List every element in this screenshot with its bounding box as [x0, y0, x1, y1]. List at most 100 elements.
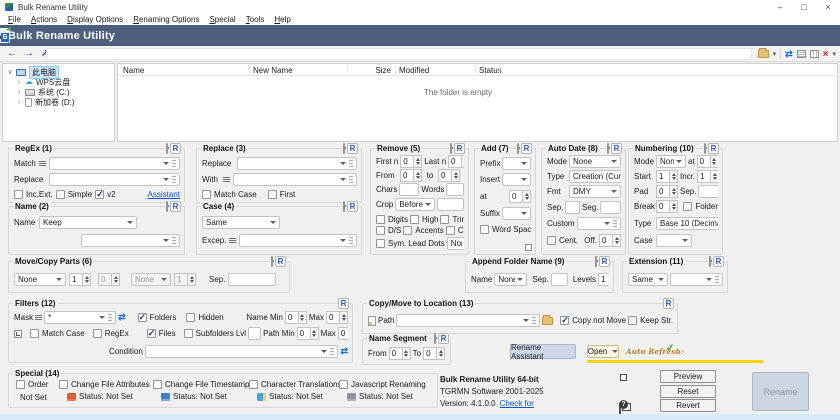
expand-window-icon[interactable] — [620, 374, 627, 381]
panel-reset-button[interactable]: R — [437, 333, 450, 344]
to-stepper[interactable]: 0 — [423, 347, 445, 360]
first-checkbox[interactable]: First — [268, 190, 296, 199]
panel-reset-button[interactable]: R — [610, 143, 623, 154]
path-min-stepper[interactable]: 0 — [297, 327, 319, 340]
simple-checkbox[interactable]: Simple — [56, 190, 92, 199]
with-input[interactable] — [233, 173, 357, 186]
column-name[interactable]: Name — [123, 66, 144, 75]
incr-stepper[interactable]: 1 — [697, 170, 718, 183]
part1-pos-stepper[interactable]: 0 — [98, 273, 120, 286]
copy-not-move-checkbox[interactable]: Copy not Move — [560, 316, 626, 325]
open-button[interactable]: Open — [587, 345, 619, 358]
subfolders-checkbox[interactable]: Subfolders — [184, 329, 234, 338]
filter-match-case-checkbox[interactable]: Match Case — [30, 329, 85, 338]
suffix-input[interactable] — [502, 207, 531, 220]
refresh-icon[interactable]: ⇄ — [118, 312, 126, 323]
rename-assistant-button[interactable]: Rename Assistant — [510, 344, 576, 359]
keep-str-checkbox[interactable]: Keep Str. — [628, 316, 673, 325]
toolbar-field[interactable] — [46, 48, 752, 60]
browse-folder-icon[interactable] — [542, 317, 553, 325]
pad-stepper[interactable]: 0 — [656, 185, 678, 198]
fmt-select[interactable]: DMY — [569, 185, 621, 198]
part2-pos-stepper[interactable]: 1 — [174, 273, 196, 286]
mask-history-icon[interactable] — [14, 330, 22, 338]
chars-input[interactable] — [399, 183, 419, 196]
panel-reset-button[interactable]: R — [662, 298, 675, 309]
prefix-input[interactable] — [502, 157, 531, 170]
file-list[interactable]: Name New Name Size Modified Status The f… — [117, 63, 838, 142]
inc-ext-checkbox[interactable]: Inc.Ext. — [14, 190, 53, 199]
case-select[interactable]: Same — [202, 216, 280, 229]
panel-reset-button[interactable]: R — [346, 201, 359, 212]
crop-input[interactable] — [437, 198, 464, 211]
reset-button[interactable]: Reset — [660, 385, 716, 398]
regex-replace-input[interactable] — [49, 173, 180, 186]
v2-checkbox[interactable]: v2 — [95, 190, 115, 199]
close-button[interactable]: × — [816, 2, 840, 12]
menu-tools[interactable]: Tools — [241, 15, 270, 24]
revert-button[interactable]: Revert — [660, 399, 716, 412]
preview-button[interactable]: Preview — [660, 370, 716, 383]
name-max-stepper[interactable]: 0 — [326, 311, 348, 324]
from-stepper[interactable]: 0 — [400, 169, 422, 182]
digits-checkbox[interactable]: Digits — [376, 215, 408, 224]
name-min-stepper[interactable]: 0 — [285, 311, 307, 324]
more-dropdown-icon[interactable]: ▾ — [832, 50, 836, 58]
lvl-input[interactable] — [248, 327, 261, 340]
list-view-icon[interactable] — [810, 50, 819, 58]
rename-button[interactable]: Rename — [752, 372, 809, 411]
expander-closed-icon[interactable]: › — [16, 99, 22, 106]
filter-regex-checkbox[interactable]: RegEx — [93, 329, 129, 338]
break-stepper[interactable]: 0 — [656, 200, 678, 213]
menu-renaming-options[interactable]: Renaming Options — [128, 15, 204, 24]
lead-dots-select[interactable]: None — [447, 237, 464, 250]
javascript-renaming-checkbox[interactable]: Javascript Renaming — [339, 380, 426, 389]
word-space-checkbox[interactable]: Word Space — [480, 225, 531, 234]
menu-actions[interactable]: Actions — [26, 15, 62, 24]
last-n-stepper[interactable]: 0 — [448, 155, 464, 168]
column-new-name[interactable]: New Name — [253, 66, 293, 75]
maximize-button[interactable]: □ — [792, 2, 816, 12]
sep-input[interactable] — [565, 201, 580, 214]
to-stepper[interactable]: 0 — [438, 169, 460, 182]
part1-count-stepper[interactable]: 1 — [69, 273, 91, 286]
column-modified[interactable]: Modified — [399, 66, 429, 75]
high-checkbox[interactable]: High — [410, 215, 438, 224]
sep-input[interactable] — [228, 273, 276, 286]
character-translations-checkbox[interactable]: Character Translations — [249, 380, 341, 389]
menu-display-options[interactable]: Display Options — [62, 15, 128, 24]
name-mode-select[interactable]: Keep — [39, 216, 137, 229]
menu-special[interactable]: Special — [204, 15, 240, 24]
path-max-stepper[interactable]: 0 — [338, 327, 348, 340]
at-stepper[interactable]: 0 — [697, 155, 718, 168]
append-mode-select[interactable]: None — [494, 273, 527, 286]
order-checkbox[interactable]: Order — [16, 380, 48, 389]
condition-input[interactable] — [145, 345, 339, 358]
refresh-icon[interactable]: ⇄ — [340, 346, 348, 357]
change-attributes-checkbox[interactable]: Change File Attributes — [59, 380, 150, 389]
tree-item-wps-cloud[interactable]: › ☁ WPS云盘 — [3, 77, 114, 87]
folders-checkbox[interactable]: Folders — [138, 313, 177, 322]
trim-checkbox[interactable]: Trim — [440, 215, 464, 224]
expander-closed-icon[interactable]: › — [16, 79, 22, 86]
check-updates-link[interactable]: Check for — [500, 399, 534, 408]
expand-icon[interactable] — [525, 244, 532, 251]
panel-reset-button[interactable]: R — [712, 256, 725, 267]
folder-icon[interactable] — [758, 50, 769, 58]
panel-reset-button[interactable]: R — [707, 143, 720, 154]
select-files-icon[interactable] — [797, 50, 806, 58]
panel-reset-button[interactable]: R — [520, 143, 533, 154]
column-size[interactable]: Size — [351, 66, 391, 75]
accents-checkbox[interactable]: Accents — [403, 226, 443, 235]
part1-select[interactable]: None — [14, 273, 66, 286]
extension-input[interactable] — [670, 273, 723, 286]
custom-input[interactable] — [577, 217, 621, 230]
files-checkbox[interactable]: Files — [147, 329, 176, 338]
path-input[interactable] — [396, 314, 540, 327]
folder-dropdown-icon[interactable]: ▾ — [773, 50, 777, 58]
minimize-button[interactable]: – — [768, 2, 792, 12]
change-timestamps-checkbox[interactable]: Change File Timestamps — [153, 380, 253, 389]
insert-input[interactable] — [502, 173, 531, 186]
help-icon[interactable]: ? — [619, 400, 628, 409]
panel-reset-button[interactable]: R — [346, 143, 359, 154]
